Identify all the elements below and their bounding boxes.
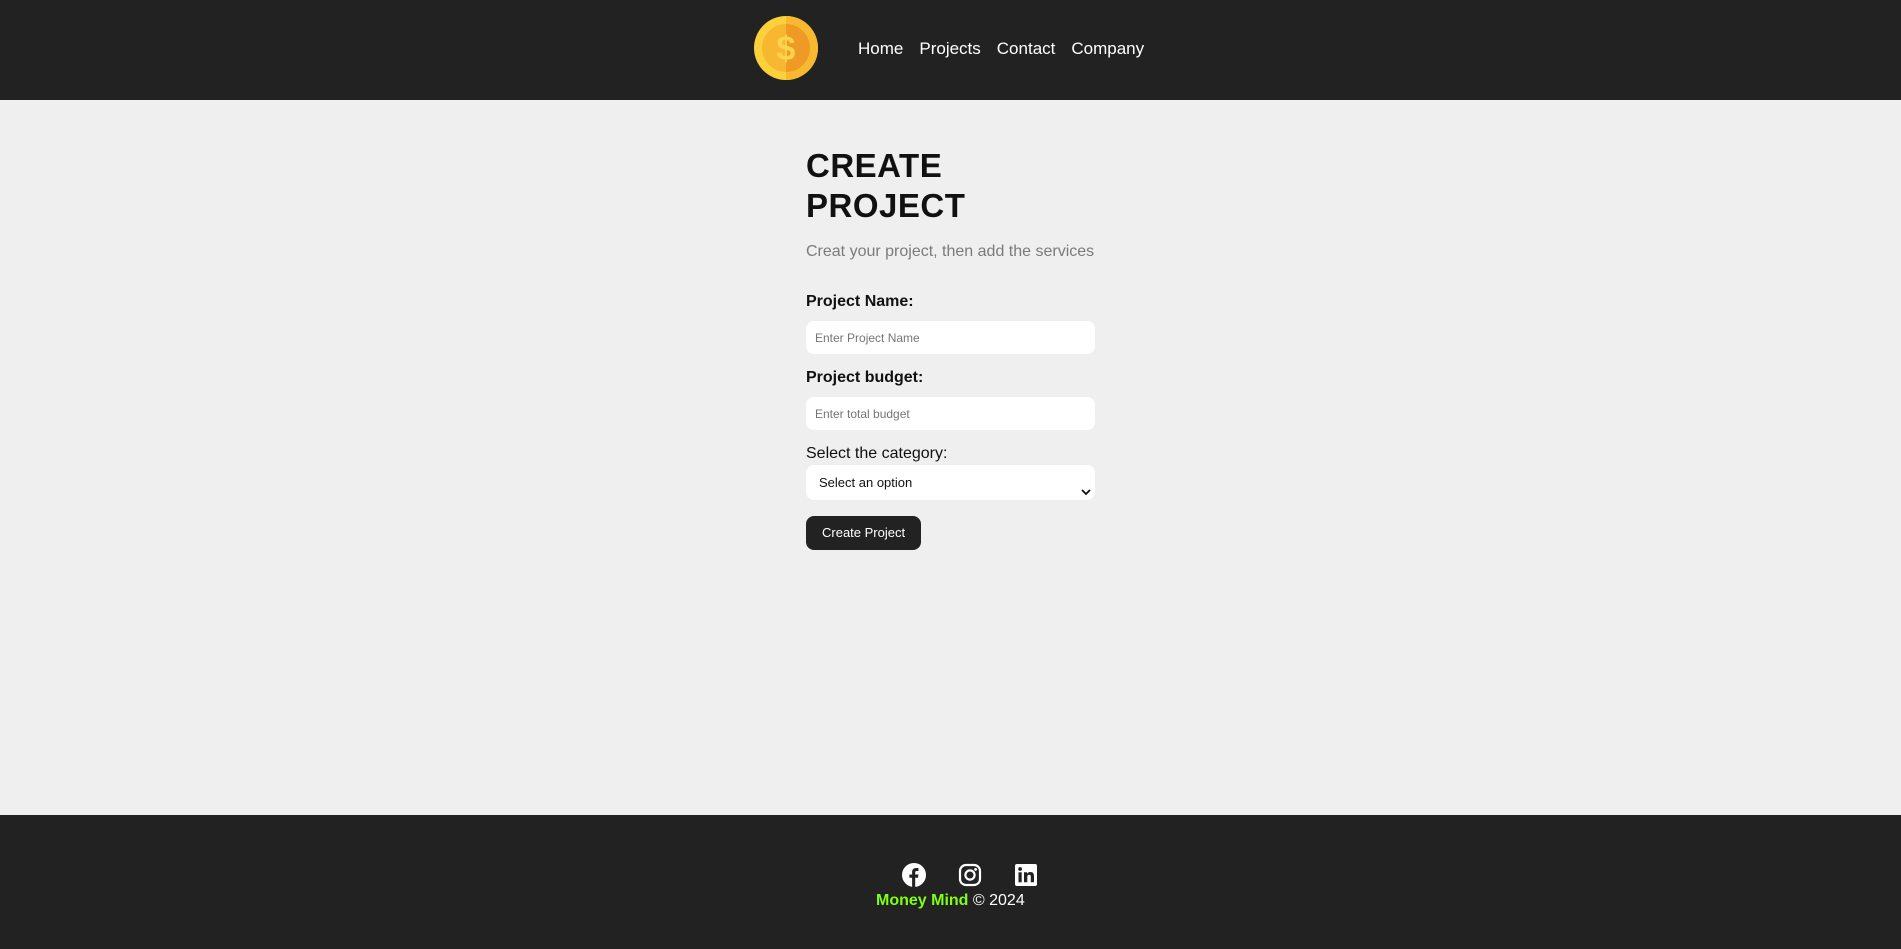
nav-link-home[interactable]: Home bbox=[858, 38, 903, 60]
nav-link-projects[interactable]: Projects bbox=[919, 38, 980, 60]
project-name-input[interactable] bbox=[806, 321, 1095, 354]
category-select[interactable]: Select an option bbox=[806, 465, 1095, 500]
nav-link-company[interactable]: Company bbox=[1071, 38, 1144, 60]
page-title: CREATE PROJECT bbox=[806, 147, 966, 224]
dollar-coin-icon[interactable]: $ bbox=[754, 16, 818, 80]
create-project-button[interactable]: Create Project bbox=[806, 516, 922, 550]
project-name-label: Project Name: bbox=[806, 293, 914, 310]
project-budget-label: Project budget: bbox=[806, 369, 924, 386]
facebook-icon[interactable] bbox=[902, 863, 926, 887]
main-nav: Home Projects Contact Company bbox=[858, 38, 1160, 60]
create-project-form: CREATE PROJECT Creat your project, then … bbox=[806, 146, 1096, 550]
page-subtitle: Creat your project, then add the service… bbox=[806, 243, 1095, 260]
copyright-text: © 2024 bbox=[972, 892, 1025, 909]
footer-brand: Money Mind bbox=[876, 892, 969, 909]
navbar: $ Home Projects Contact Company bbox=[0, 0, 1901, 100]
project-budget-input[interactable] bbox=[806, 397, 1095, 430]
linkedin-icon[interactable] bbox=[1014, 863, 1038, 887]
footer: Money Mind © 2024 bbox=[0, 815, 1901, 949]
main-content: CREATE PROJECT Creat your project, then … bbox=[0, 100, 1901, 815]
chevron-down-icon bbox=[1080, 476, 1092, 496]
instagram-icon[interactable] bbox=[958, 863, 982, 887]
nav-link-contact[interactable]: Contact bbox=[997, 38, 1056, 60]
category-select-value: Select an option bbox=[819, 475, 913, 490]
category-label: Select the category: bbox=[806, 445, 948, 462]
social-links bbox=[902, 863, 1038, 887]
svg-text:$: $ bbox=[777, 30, 796, 68]
copyright: Money Mind © 2024 bbox=[876, 891, 1025, 911]
